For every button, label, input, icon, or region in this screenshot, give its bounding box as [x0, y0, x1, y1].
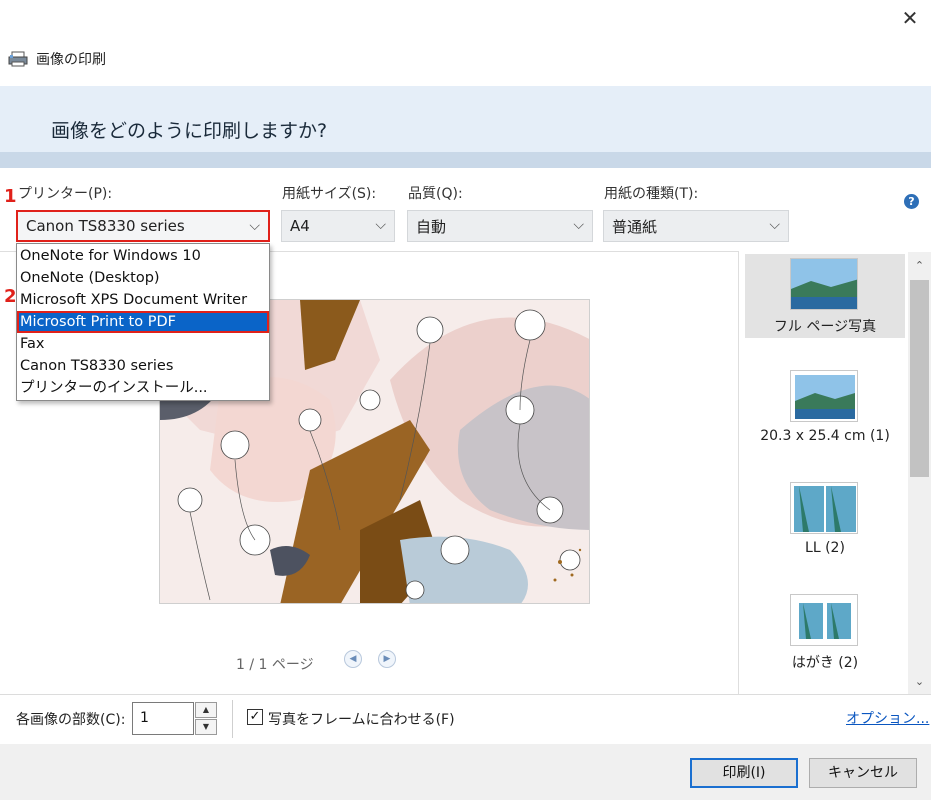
layout-option-ll[interactable]: LL (2)	[745, 478, 905, 562]
previous-page-icon[interactable]: ◀	[344, 650, 362, 668]
help-icon[interactable]: ?	[904, 194, 919, 209]
scroll-down-icon[interactable]: ⌄	[908, 672, 931, 692]
chevron-down-icon: ⌵	[573, 217, 584, 233]
layout-thumbnail	[790, 258, 858, 310]
scrollbar-thumb[interactable]	[910, 280, 929, 477]
print-button[interactable]: 印刷(I)	[690, 758, 798, 788]
layout-option-20x25[interactable]: 20.3 x 25.4 cm (1)	[745, 366, 905, 450]
layout-panel: フル ページ写真 20.3 x 25.4 cm (1) LL (2) はがき (…	[739, 252, 907, 694]
chevron-down-icon: ⌵	[249, 218, 260, 234]
layout-option-hagaki[interactable]: はがき (2)	[745, 590, 905, 674]
layout-label: はがき (2)	[791, 655, 859, 671]
increment-icon[interactable]: ▲	[195, 702, 217, 718]
step-marker-1: 1	[4, 186, 17, 207]
printer-dropdown-list: OneNote for Windows 10 OneNote (Desktop)…	[16, 243, 270, 401]
printer-select[interactable]: Canon TS8330 series ⌵	[16, 210, 270, 242]
step-marker-2: 2	[4, 286, 17, 307]
quality-value: 自動	[416, 217, 447, 236]
bottom-divider	[0, 694, 931, 695]
paper-type-label: 用紙の種類(T):	[604, 186, 699, 202]
layout-thumbnail	[790, 370, 858, 422]
page-indicator: 1 / 1 ページ	[236, 657, 314, 673]
checkmark-icon: ✓	[249, 709, 261, 724]
scroll-up-icon[interactable]: ⌃	[908, 256, 931, 276]
layout-option-full-page[interactable]: フル ページ写真	[745, 254, 905, 338]
printer-option-onenote-w10[interactable]: OneNote for Windows 10	[17, 245, 269, 267]
copies-label: 各画像の部数(C):	[16, 712, 126, 728]
quality-label: 品質(Q):	[408, 186, 463, 202]
printer-select-value: Canon TS8330 series	[26, 217, 185, 235]
printer-icon	[8, 51, 28, 67]
paper-size-select[interactable]: A4 ⌵	[281, 210, 395, 242]
printer-option-install[interactable]: プリンターのインストール...	[17, 377, 269, 399]
window-title: 画像の印刷	[8, 48, 106, 70]
printer-label: プリンター(P):	[18, 186, 113, 202]
window-title-text: 画像の印刷	[36, 52, 106, 68]
layout-label: LL (2)	[805, 540, 845, 556]
quality-select[interactable]: 自動 ⌵	[407, 210, 593, 242]
printer-option-pdf[interactable]: Microsoft Print to PDF	[17, 311, 269, 333]
close-icon[interactable]: ✕	[897, 6, 923, 30]
layout-label: フル ページ写真	[773, 319, 877, 335]
controls-divider	[232, 700, 233, 738]
fit-to-frame-label: 写真をフレームに合わせる(F)	[268, 712, 455, 728]
paper-type-select[interactable]: 普通紙 ⌵	[603, 210, 789, 242]
header-strip	[0, 152, 931, 168]
chevron-down-icon: ⌵	[769, 217, 780, 233]
options-link[interactable]: オプション...	[846, 708, 929, 728]
copies-input[interactable]: 1	[132, 702, 194, 735]
decrement-icon[interactable]: ▼	[195, 719, 217, 735]
layout-thumbnail	[790, 482, 858, 534]
chevron-down-icon: ⌵	[375, 217, 386, 233]
next-page-icon[interactable]: ▶	[378, 650, 396, 668]
printer-option-onenote-desktop[interactable]: OneNote (Desktop)	[17, 267, 269, 289]
printer-option-xps[interactable]: Microsoft XPS Document Writer	[17, 289, 269, 311]
layout-label: 20.3 x 25.4 cm (1)	[760, 428, 890, 444]
fit-to-frame-checkbox[interactable]: ✓	[247, 709, 263, 725]
paper-size-label: 用紙サイズ(S):	[282, 186, 377, 202]
printer-option-canon[interactable]: Canon TS8330 series	[17, 355, 269, 377]
paper-size-value: A4	[290, 217, 310, 235]
cancel-button[interactable]: キャンセル	[809, 758, 917, 788]
printer-option-fax[interactable]: Fax	[17, 333, 269, 355]
page-title: 画像をどのように印刷しますか?	[51, 120, 328, 142]
layout-thumbnail	[790, 594, 858, 646]
paper-type-value: 普通紙	[612, 217, 658, 236]
